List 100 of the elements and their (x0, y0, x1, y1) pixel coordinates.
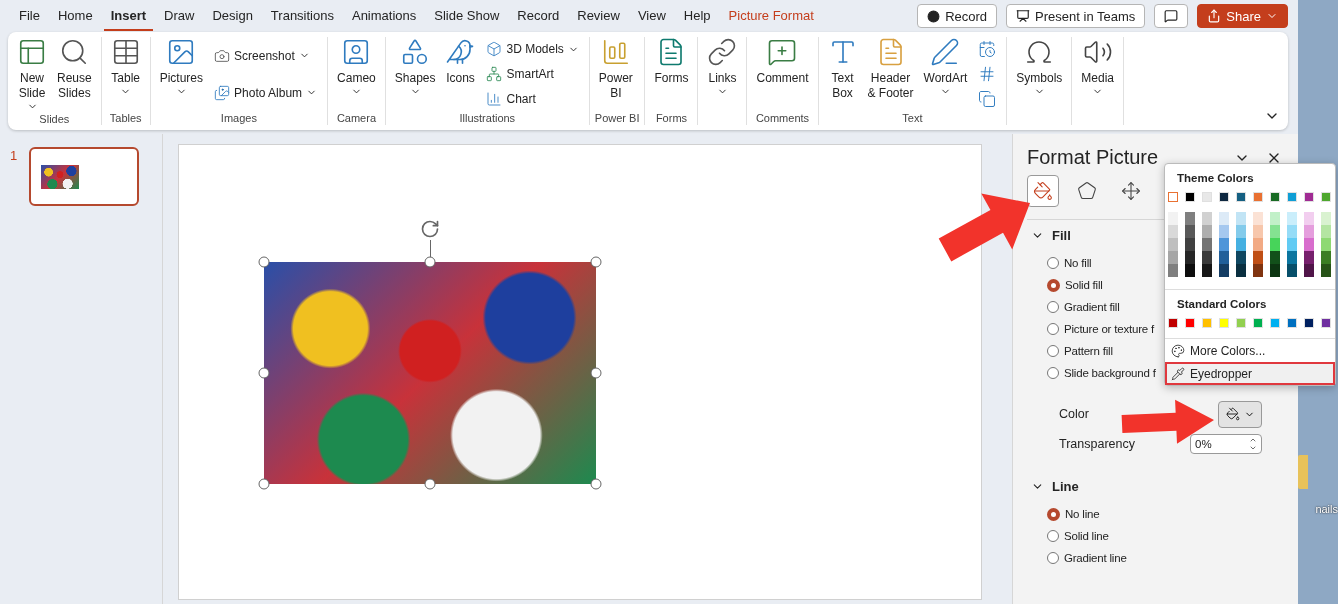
ribbon-button[interactable]: Header & Footer (863, 37, 918, 111)
color-swatch[interactable] (1168, 251, 1178, 264)
spinner-icon[interactable] (1249, 436, 1257, 452)
color-swatch[interactable] (1236, 264, 1246, 277)
color-swatch[interactable] (1253, 251, 1263, 264)
menu-tab[interactable]: Record (510, 1, 567, 31)
ribbon-button[interactable]: SmartArt (483, 65, 582, 83)
color-swatch[interactable] (1168, 225, 1178, 238)
menu-tab[interactable]: Animations (344, 1, 424, 31)
radio-option[interactable]: No fill (1047, 255, 1092, 271)
slide-thumbnail[interactable] (29, 147, 140, 206)
color-swatch[interactable] (1270, 264, 1280, 277)
color-swatch[interactable] (1287, 225, 1297, 238)
color-swatch[interactable] (1287, 212, 1297, 225)
color-swatch[interactable] (1253, 212, 1263, 225)
menu-tab[interactable]: File (12, 1, 47, 31)
ribbon-button[interactable]: Links (703, 37, 742, 125)
color-swatch[interactable] (1236, 251, 1246, 264)
radio-button[interactable] (1047, 530, 1059, 542)
menu-tab[interactable]: Transitions (263, 1, 341, 31)
color-swatch[interactable] (1185, 212, 1195, 225)
ribbon-button[interactable]: Chart (483, 89, 582, 108)
radio-button[interactable] (1047, 323, 1059, 335)
color-swatch[interactable] (1321, 212, 1331, 225)
menu-tab[interactable]: Review (570, 1, 627, 31)
comments-button[interactable] (1154, 4, 1189, 28)
color-swatch[interactable] (1202, 225, 1212, 238)
ribbon-button[interactable]: Screenshot (211, 46, 321, 65)
color-swatch[interactable] (1321, 225, 1331, 238)
color-swatch[interactable] (1185, 264, 1195, 277)
menu-tab[interactable]: Design (205, 1, 260, 31)
radio-button[interactable] (1047, 345, 1059, 357)
color-swatch[interactable] (1287, 251, 1297, 264)
ribbon-button[interactable]: Cameo (333, 37, 380, 111)
color-swatch[interactable] (1202, 212, 1212, 225)
radio-option[interactable]: Gradient fill (1047, 299, 1120, 315)
color-swatch[interactable] (1236, 212, 1246, 225)
menu-tab[interactable]: Draw (157, 1, 202, 31)
pane-tab[interactable] (1027, 175, 1059, 207)
radio-option[interactable]: Picture or texture f (1047, 321, 1154, 337)
section-header[interactable]: Line (1031, 479, 1298, 494)
title-bar-button[interactable]: Present in Teams (1006, 4, 1146, 28)
color-swatch[interactable] (1321, 264, 1331, 277)
radio-option[interactable]: Slide background f (1047, 365, 1156, 381)
ribbon-button[interactable]: Icons (441, 37, 480, 111)
color-swatch[interactable] (1253, 264, 1263, 277)
radio-option[interactable]: Gradient line (1047, 550, 1127, 566)
menu-tab[interactable]: Insert (103, 1, 154, 31)
color-swatch[interactable] (1219, 212, 1229, 225)
color-swatch[interactable] (1168, 212, 1178, 225)
ribbon-button[interactable]: Text Box (823, 37, 862, 111)
menu-tab[interactable]: View (630, 1, 673, 31)
ribbon-button[interactable]: Comment (752, 37, 813, 111)
menu-item[interactable]: More Colors... (1165, 339, 1335, 362)
color-swatch[interactable] (1202, 238, 1212, 251)
ribbon-button[interactable]: 3D Models (483, 40, 582, 59)
color-swatch[interactable] (1253, 225, 1263, 238)
resize-handle[interactable] (258, 478, 270, 490)
radio-button[interactable] (1047, 367, 1059, 379)
title-bar-button[interactable]: Share (1197, 4, 1288, 28)
color-picker-button[interactable] (1218, 400, 1262, 428)
color-swatch[interactable] (1219, 264, 1229, 277)
resize-handle[interactable] (590, 478, 602, 490)
color-swatch[interactable] (1321, 251, 1331, 264)
ribbon-button[interactable]: Photo Album (211, 83, 321, 102)
rotate-handle-icon[interactable] (420, 219, 440, 239)
section-header[interactable]: Fill (1031, 228, 1298, 243)
resize-handle[interactable] (258, 256, 270, 268)
color-swatch[interactable] (1270, 238, 1280, 251)
ribbon-button[interactable]: Pictures (155, 37, 208, 111)
color-swatch[interactable] (1304, 238, 1314, 251)
ribbon-button[interactable]: New Slide (13, 37, 51, 112)
ribbon-button[interactable]: Reuse Slides (53, 37, 96, 112)
color-swatch[interactable] (1185, 238, 1195, 251)
color-swatch[interactable] (1202, 264, 1212, 277)
resize-handle[interactable] (424, 256, 436, 268)
radio-option[interactable]: Solid line (1047, 528, 1109, 544)
radio-option[interactable]: Pattern fill (1047, 343, 1113, 359)
menu-tab[interactable]: Slide Show (427, 1, 507, 31)
menu-tab[interactable]: Picture Format (721, 1, 821, 31)
color-swatch[interactable] (1304, 264, 1314, 277)
resize-handle[interactable] (590, 256, 602, 268)
color-swatch[interactable] (1253, 238, 1263, 251)
color-swatch[interactable] (1185, 225, 1195, 238)
radio-button[interactable] (1047, 301, 1059, 313)
color-swatch[interactable] (1168, 238, 1178, 251)
color-swatch[interactable] (1287, 264, 1297, 277)
resize-handle[interactable] (590, 367, 602, 379)
color-swatch[interactable] (1185, 251, 1195, 264)
color-swatch[interactable] (1168, 264, 1178, 277)
ribbon-button[interactable]: WordArt (919, 37, 972, 111)
folder-icon[interactable] (1298, 455, 1308, 489)
input-field[interactable]: 0% (1190, 434, 1262, 454)
color-swatch[interactable] (1304, 251, 1314, 264)
color-swatch[interactable] (1168, 192, 1178, 202)
ribbon-button[interactable]: Media (1077, 37, 1119, 125)
color-swatch[interactable] (1270, 212, 1280, 225)
title-bar-button[interactable]: Record (917, 4, 998, 28)
radio-button[interactable] (1047, 507, 1060, 521)
color-swatch[interactable] (1202, 251, 1212, 264)
